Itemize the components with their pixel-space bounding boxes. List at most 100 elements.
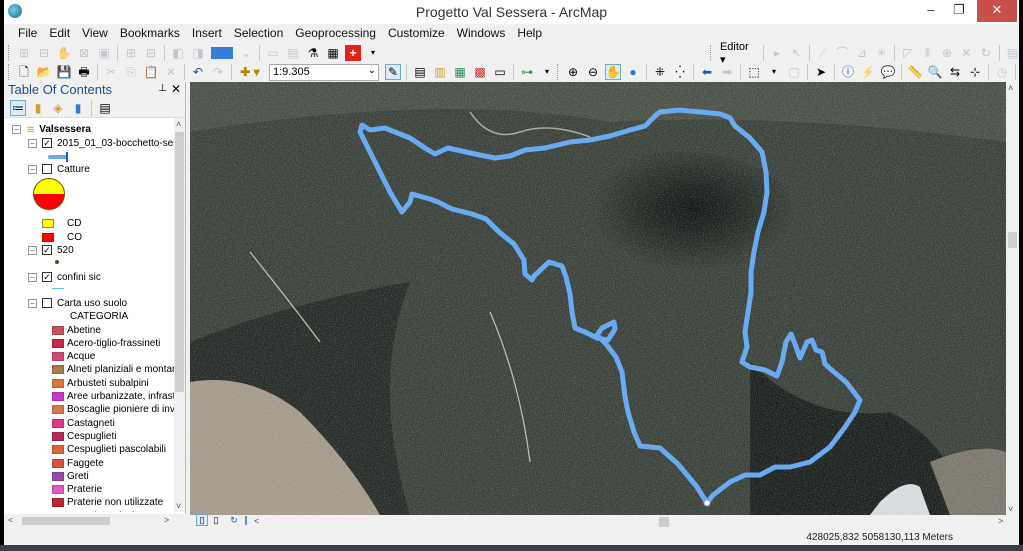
toc-horizontal-scrollbar[interactable]: < >	[4, 514, 186, 528]
print-icon[interactable]: 🖶	[76, 64, 92, 80]
menu-selection[interactable]: Selection	[228, 24, 289, 42]
clear-selection-icon[interactable]: ▢	[786, 64, 802, 80]
zoom-whole-page-icon[interactable]: ⊠	[76, 45, 92, 61]
select-dropdown-icon[interactable]: ▾	[766, 64, 782, 80]
scroll-thumb[interactable]	[22, 517, 110, 525]
legend-category-row[interactable]: Castagneti	[52, 416, 115, 430]
zoom-100-icon[interactable]: ▣	[96, 45, 112, 61]
track-start-point[interactable]	[703, 499, 711, 507]
list-by-source-icon[interactable]: ▮	[30, 100, 46, 116]
undo-icon[interactable]: ↶	[190, 64, 206, 80]
hyperlink-icon[interactable]: ⚡	[860, 64, 876, 80]
legend-category-row[interactable]: Faggete	[52, 456, 104, 470]
legend-category-row[interactable]: Greti	[52, 469, 89, 483]
add-data-button[interactable]: ✚ ▾	[237, 64, 263, 80]
paste-icon[interactable]: 📋	[143, 64, 159, 80]
legend-category-row[interactable]: Aree urbanizzate, infrastrutt	[52, 390, 174, 404]
time-slider-icon[interactable]: ◷	[994, 64, 1010, 80]
data-view-icon[interactable]: ▯	[196, 514, 208, 526]
legend-category-row[interactable]: Abetine	[52, 323, 101, 337]
menu-view[interactable]: View	[76, 24, 114, 42]
editor-toolbar-icon[interactable]: ✎	[385, 64, 401, 80]
map-canvas[interactable]	[190, 82, 1006, 515]
menu-insert[interactable]: Insert	[186, 24, 228, 42]
legend-class-row[interactable]: CD	[42, 216, 81, 230]
data-frame-row[interactable]: − ≋ Valsessera	[12, 122, 91, 136]
toc-close-icon[interactable]: ✕	[171, 82, 181, 96]
scroll-right-icon[interactable]: >	[164, 515, 169, 525]
zoom-out-icon[interactable]: ⊖	[585, 64, 601, 80]
edit-annotation-icon[interactable]: ↖	[789, 45, 805, 61]
cut-polygons-icon[interactable]: ⊕	[939, 45, 955, 61]
fixed-zoom-in-page-icon[interactable]: ⊞	[123, 45, 139, 61]
map-view[interactable]	[190, 82, 1006, 515]
previous-extent-page-icon[interactable]: ◧	[170, 45, 186, 61]
change-layout-icon[interactable]: ⚗	[305, 45, 321, 61]
modelbuilder-icon[interactable]: ⊶	[519, 64, 535, 80]
html-popup-icon[interactable]: 💬	[880, 64, 896, 80]
scroll-down-icon[interactable]: ˅	[1008, 504, 1013, 514]
menu-help[interactable]: Help	[511, 24, 548, 42]
layer-visibility-checkbox[interactable]: ✓	[42, 245, 52, 255]
scroll-thumb[interactable]	[659, 517, 669, 527]
save-icon[interactable]: 💾	[56, 64, 72, 80]
menu-file[interactable]: File	[12, 24, 43, 42]
select-features-icon[interactable]: ⬚	[746, 64, 762, 80]
toolbar-options-icon[interactable]: ▾	[539, 64, 555, 80]
data-driven-pages-icon[interactable]: ▦	[325, 45, 341, 61]
new-document-icon[interactable]: 🗋	[16, 64, 32, 80]
layer-visibility-checkbox[interactable]: ✓	[42, 138, 52, 148]
list-by-visibility-icon[interactable]: ◈	[50, 100, 66, 116]
collapse-icon[interactable]: −	[28, 138, 37, 148]
layer-visibility-checkbox[interactable]	[42, 164, 52, 174]
full-extent-icon[interactable]: ●	[625, 64, 641, 80]
fixed-zoom-out-icon[interactable]: ⁛	[672, 64, 688, 80]
zoom-percent-dropdown-icon[interactable]: ⌄	[238, 45, 254, 61]
toolbar-options-icon[interactable]: ▾	[365, 45, 381, 61]
split-icon[interactable]: ✕	[959, 45, 975, 61]
menu-bookmarks[interactable]: Bookmarks	[114, 24, 186, 42]
cut-icon[interactable]: ✂	[103, 64, 119, 80]
go-forward-extent-icon[interactable]: ➡	[719, 64, 735, 80]
arctoolbox-icon[interactable]: ▩	[472, 64, 488, 80]
scroll-right-icon[interactable]: >	[998, 516, 1003, 526]
swiss-flag-icon[interactable]: +	[345, 45, 361, 61]
toggle-draft-mode-icon[interactable]: ▭	[265, 45, 281, 61]
layer-row[interactable]: − ✓ 2015_01_03-bocchetto-sessera	[28, 136, 174, 150]
legend-category-row[interactable]: Praterie non utilizzate	[52, 496, 163, 510]
zoom-in-page-icon[interactable]: ⊞	[16, 45, 32, 61]
toc-vertical-scrollbar[interactable]: ˄ ˅	[174, 118, 185, 512]
zoom-in-icon[interactable]: ⊕	[565, 64, 581, 80]
focus-data-frame-icon[interactable]: ▤	[285, 45, 301, 61]
open-icon[interactable]: 📂	[36, 64, 52, 80]
list-by-selection-icon[interactable]: ▮	[70, 100, 86, 116]
list-by-drawing-order-icon[interactable]: ≔	[10, 99, 26, 116]
search-window-icon[interactable]: ▦	[452, 64, 468, 80]
collapse-icon[interactable]: −	[12, 124, 21, 134]
legend-category-row[interactable]: Boscaglie pioniere di invasi	[52, 403, 174, 417]
layer-visibility-checkbox[interactable]	[42, 298, 52, 308]
point-icon[interactable]: ✳	[874, 45, 890, 61]
layer-row[interactable]: − ✓ 520	[28, 243, 74, 257]
go-to-xy-icon[interactable]: ⊹	[967, 64, 983, 80]
straight-segment-icon[interactable]: ⟋	[815, 45, 831, 61]
attributes-icon[interactable]: ▤	[1005, 45, 1021, 61]
toolbar-grip[interactable]	[710, 45, 713, 61]
edit-tool-icon[interactable]: ▸	[769, 45, 785, 61]
toolbar-grip[interactable]	[8, 45, 11, 61]
minimize-button[interactable]: –	[917, 0, 945, 22]
table-of-contents-window-icon[interactable]: ▤	[412, 64, 428, 80]
next-extent-page-icon[interactable]: ◨	[190, 45, 206, 61]
toolbar-grip[interactable]	[8, 64, 11, 80]
toc-options-icon[interactable]: ▤	[97, 100, 113, 116]
legend-category-row[interactable]: Alneti planiziali e montani	[52, 363, 174, 377]
trace-icon[interactable]: ⊿	[854, 45, 870, 61]
scroll-thumb[interactable]	[1008, 232, 1017, 248]
go-back-extent-icon[interactable]: ⬅	[699, 64, 715, 80]
find-icon[interactable]: 🔍	[927, 64, 943, 80]
layer-visibility-checkbox[interactable]: ✓	[42, 272, 52, 282]
map-scale-combobox[interactable]: 1:9.305 ⌄	[269, 63, 379, 81]
select-elements-icon[interactable]: ➤	[813, 64, 829, 80]
delete-icon[interactable]: ✕	[163, 64, 179, 80]
scroll-down-icon[interactable]: ˅	[176, 501, 181, 511]
